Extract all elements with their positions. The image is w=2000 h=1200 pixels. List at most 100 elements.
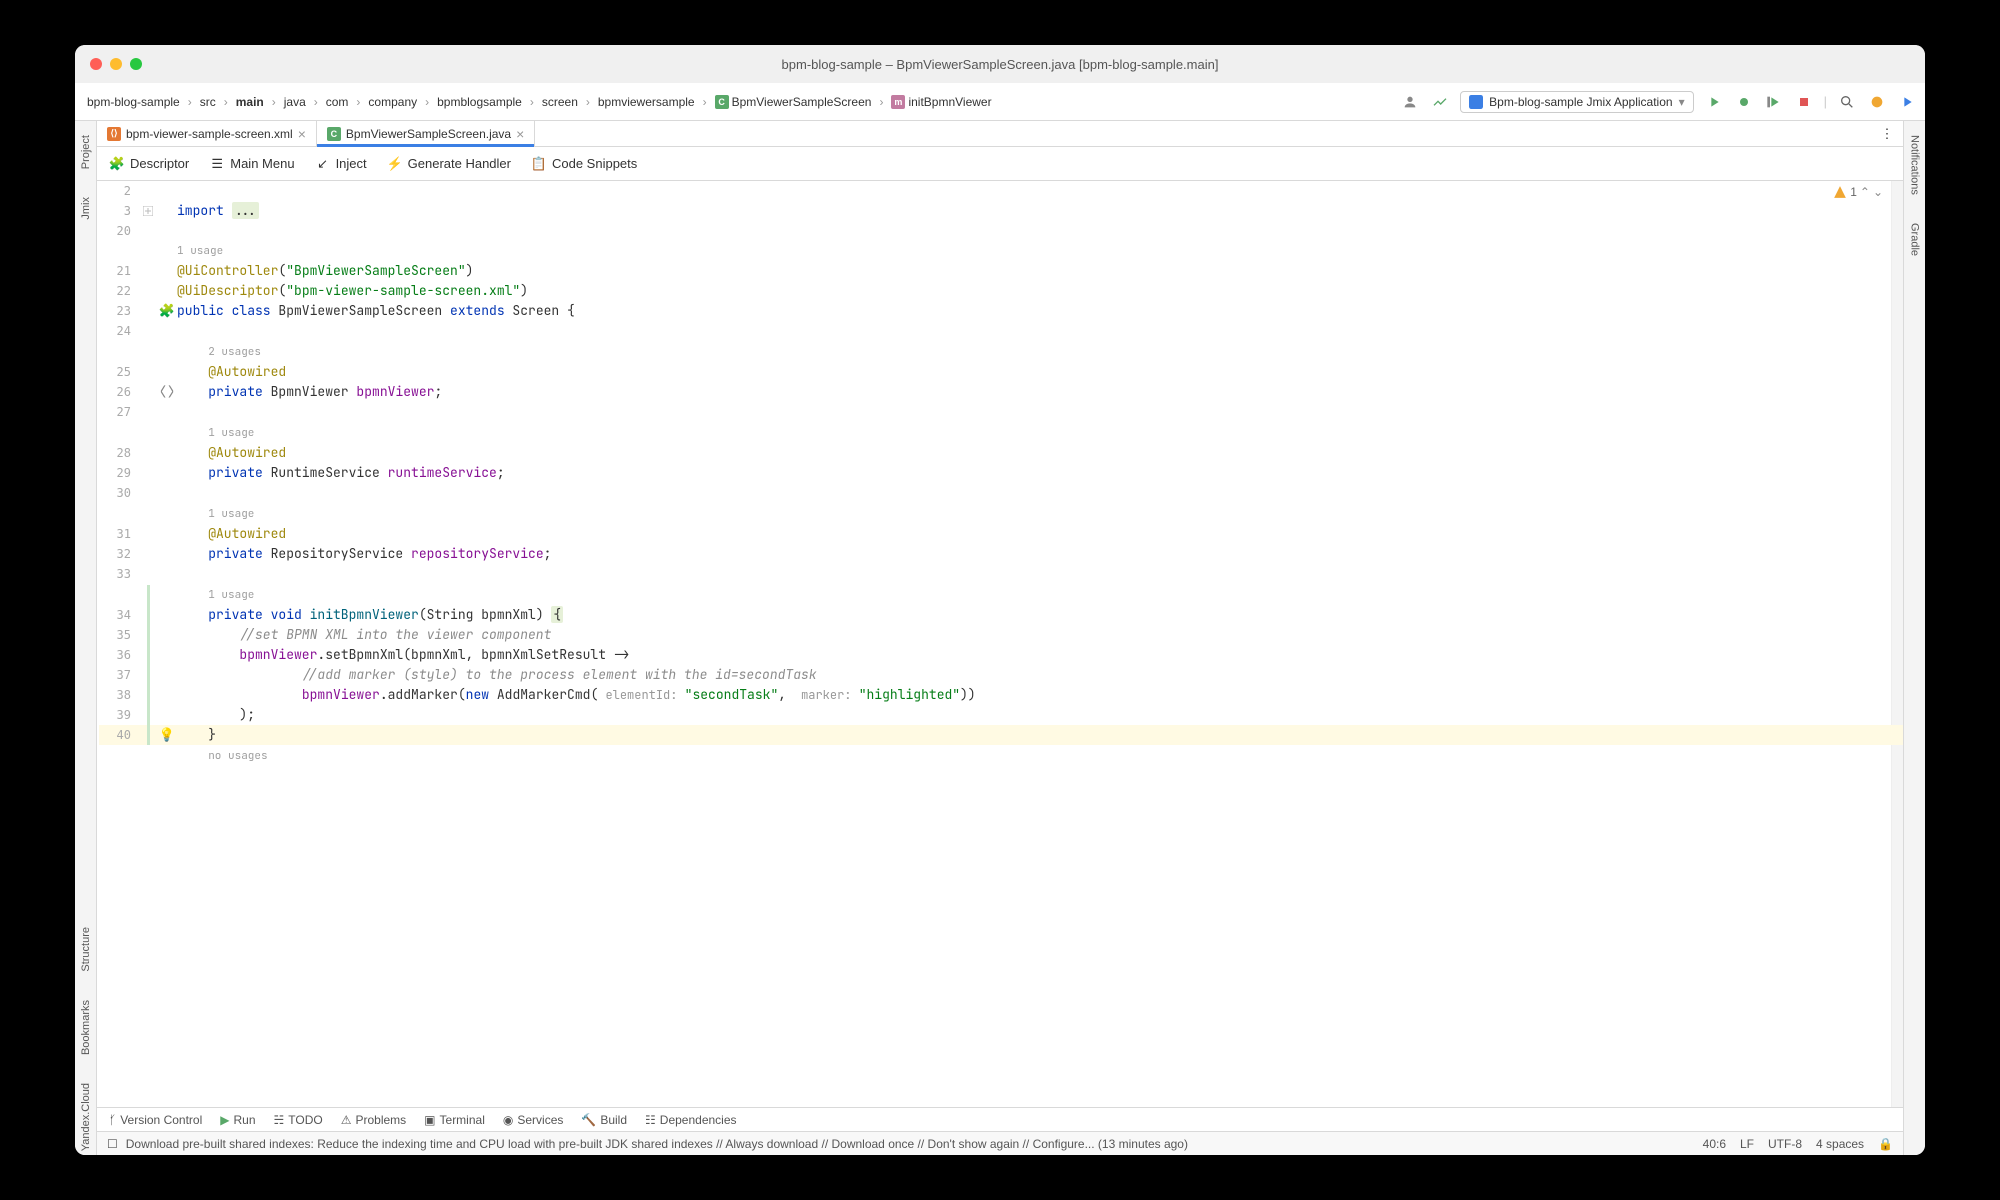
- minimize-window-button[interactable]: [110, 58, 122, 70]
- code-content[interactable]: 2 3import ... 20 1 usage 21@UiController…: [97, 181, 1903, 1107]
- code-snippets-action[interactable]: 📋Code Snippets: [531, 156, 637, 172]
- class-icon: C: [715, 95, 729, 109]
- window-title: bpm-blog-sample – BpmViewerSampleScreen.…: [782, 57, 1219, 72]
- editor-tabs: ⟨⟩ bpm-viewer-sample-screen.xml × C BpmV…: [97, 121, 1903, 147]
- run-tab[interactable]: ▶Run: [220, 1113, 255, 1127]
- hammer-icon: 🔨: [581, 1113, 596, 1127]
- build-icon[interactable]: [1430, 92, 1450, 112]
- breadcrumb-item[interactable]: bpmblogsample: [433, 93, 526, 111]
- version-control-tab[interactable]: ᚶVersion Control: [109, 1113, 202, 1127]
- breadcrumb-item[interactable]: main: [232, 93, 268, 111]
- branch-icon: ᚶ: [109, 1113, 116, 1127]
- line-separator[interactable]: LF: [1740, 1137, 1754, 1151]
- chevron-right-icon: ›: [530, 95, 534, 109]
- chevron-right-icon: ›: [272, 95, 276, 109]
- descriptor-icon: 🧩: [109, 156, 125, 172]
- breadcrumb-item[interactable]: bpmviewersample: [594, 93, 699, 111]
- build-tab[interactable]: 🔨Build: [581, 1113, 627, 1127]
- main-menu-action[interactable]: ☰Main Menu: [209, 156, 294, 172]
- terminal-icon: ▣: [424, 1113, 435, 1127]
- close-tab-button[interactable]: ×: [516, 126, 524, 142]
- run-button[interactable]: [1704, 92, 1724, 112]
- stop-button[interactable]: [1794, 92, 1814, 112]
- dependencies-tab[interactable]: ☷Dependencies: [645, 1113, 737, 1127]
- editor-column: ⟨⟩ bpm-viewer-sample-screen.xml × C BpmV…: [97, 121, 1903, 1155]
- user-icon[interactable]: [1400, 92, 1420, 112]
- descriptor-action[interactable]: 🧩Descriptor: [109, 156, 189, 172]
- ide-updates-icon[interactable]: [1897, 92, 1917, 112]
- problems-tab[interactable]: ⚠Problems: [341, 1113, 406, 1127]
- inject-icon: ↙: [315, 156, 331, 172]
- services-tab[interactable]: ◉Services: [503, 1113, 564, 1127]
- editor-tab-java[interactable]: C BpmViewerSampleScreen.java ×: [317, 121, 535, 146]
- vcs-change-marker[interactable]: [147, 585, 150, 605]
- lock-icon[interactable]: 🔒: [1878, 1137, 1893, 1151]
- ide-window: bpm-blog-sample – BpmViewerSampleScreen.…: [75, 45, 1925, 1155]
- breadcrumb-item[interactable]: src: [196, 93, 220, 111]
- chevron-right-icon: ›: [879, 95, 883, 109]
- close-window-button[interactable]: [90, 58, 102, 70]
- breadcrumb-method[interactable]: minitBpmnViewer: [887, 93, 995, 111]
- breadcrumb-label: bpm-blog-sample: [87, 95, 180, 109]
- services-icon: ◉: [503, 1113, 513, 1127]
- search-icon[interactable]: [1837, 92, 1857, 112]
- titlebar: bpm-blog-sample – BpmViewerSampleScreen.…: [75, 45, 1925, 83]
- breadcrumb-class[interactable]: CBpmViewerSampleScreen: [711, 93, 876, 111]
- chevron-right-icon: ›: [586, 95, 590, 109]
- structure-tool-window-tab[interactable]: Structure: [78, 923, 94, 976]
- status-icon[interactable]: ☐: [107, 1137, 118, 1151]
- run-config-selector[interactable]: Bpm-blog-sample Jmix Application ▾: [1460, 91, 1693, 113]
- editor-tab-xml[interactable]: ⟨⟩ bpm-viewer-sample-screen.xml ×: [97, 121, 317, 146]
- terminal-tab[interactable]: ▣Terminal: [424, 1113, 485, 1127]
- breadcrumb-item[interactable]: com: [322, 93, 353, 111]
- jmix-tool-window-tab[interactable]: Jmix: [78, 193, 94, 224]
- yandex-cloud-tool-window-tab[interactable]: Yandex.Cloud: [78, 1079, 94, 1155]
- file-encoding[interactable]: UTF-8: [1768, 1137, 1802, 1151]
- breadcrumb-item[interactable]: java: [280, 93, 310, 111]
- snippets-icon: 📋: [531, 156, 547, 172]
- indent-setting[interactable]: 4 spaces: [1816, 1137, 1864, 1151]
- left-tool-window-bar: Project Jmix Structure Bookmarks Yandex.…: [75, 121, 97, 1155]
- breadcrumb-root[interactable]: bpm-blog-sample: [83, 93, 184, 111]
- run-with-coverage-button[interactable]: [1764, 92, 1784, 112]
- right-tool-window-bar: Notifications Gradle: [1903, 121, 1925, 1155]
- chevron-down-icon: ▾: [1679, 95, 1685, 109]
- main-area: Project Jmix Structure Bookmarks Yandex.…: [75, 121, 1925, 1155]
- chevron-right-icon: ›: [356, 95, 360, 109]
- breadcrumb-item[interactable]: screen: [538, 93, 582, 111]
- status-bar: ☐ Download pre-built shared indexes: Red…: [97, 1131, 1903, 1155]
- gutter-navigate-icon[interactable]: ⟨⟩: [157, 382, 177, 402]
- tab-label: bpm-viewer-sample-screen.xml: [126, 127, 293, 141]
- inject-action[interactable]: ↙Inject: [315, 156, 367, 172]
- code-editor[interactable]: 1 ⌃ ⌄ 2 3import ... 20 1 usage 21@UiCont…: [97, 181, 1903, 1107]
- zoom-window-button[interactable]: [130, 58, 142, 70]
- chevron-right-icon: ›: [224, 95, 228, 109]
- tab-options-icon[interactable]: ⋮: [1877, 124, 1897, 144]
- gutter-descriptor-icon[interactable]: 🧩: [157, 301, 177, 321]
- jmix-icon: [1469, 95, 1483, 109]
- toolbar-right: Bpm-blog-sample Jmix Application ▾ |: [1400, 91, 1917, 113]
- chevron-right-icon: ›: [703, 95, 707, 109]
- project-tool-window-tab[interactable]: Project: [78, 131, 94, 173]
- caret-position[interactable]: 40:6: [1703, 1137, 1726, 1151]
- sync-icon[interactable]: [1867, 92, 1887, 112]
- separator: |: [1824, 94, 1827, 109]
- notifications-tool-window-tab[interactable]: Notifications: [1907, 131, 1923, 199]
- dependencies-icon: ☷: [645, 1113, 656, 1127]
- breadcrumb-item[interactable]: company: [364, 93, 421, 111]
- todo-tab[interactable]: ☵TODO: [274, 1113, 323, 1127]
- close-tab-button[interactable]: ×: [298, 126, 306, 142]
- debug-button[interactable]: [1734, 92, 1754, 112]
- status-message[interactable]: Download pre-built shared indexes: Reduc…: [126, 1137, 1188, 1151]
- bookmarks-tool-window-tab[interactable]: Bookmarks: [78, 996, 94, 1059]
- navigation-bar: bpm-blog-sample › src › main › java › co…: [75, 83, 1925, 121]
- fold-expand-icon[interactable]: [143, 206, 153, 216]
- gradle-tool-window-tab[interactable]: Gradle: [1907, 219, 1923, 260]
- chevron-right-icon: ›: [314, 95, 318, 109]
- chevron-right-icon: ›: [188, 95, 192, 109]
- intention-bulb-icon[interactable]: 💡: [157, 725, 177, 745]
- xml-file-icon: ⟨⟩: [107, 127, 121, 141]
- run-config-label: Bpm-blog-sample Jmix Application: [1489, 95, 1672, 109]
- generate-handler-action[interactable]: ⚡Generate Handler: [387, 156, 511, 172]
- play-icon: ▶: [220, 1113, 229, 1127]
